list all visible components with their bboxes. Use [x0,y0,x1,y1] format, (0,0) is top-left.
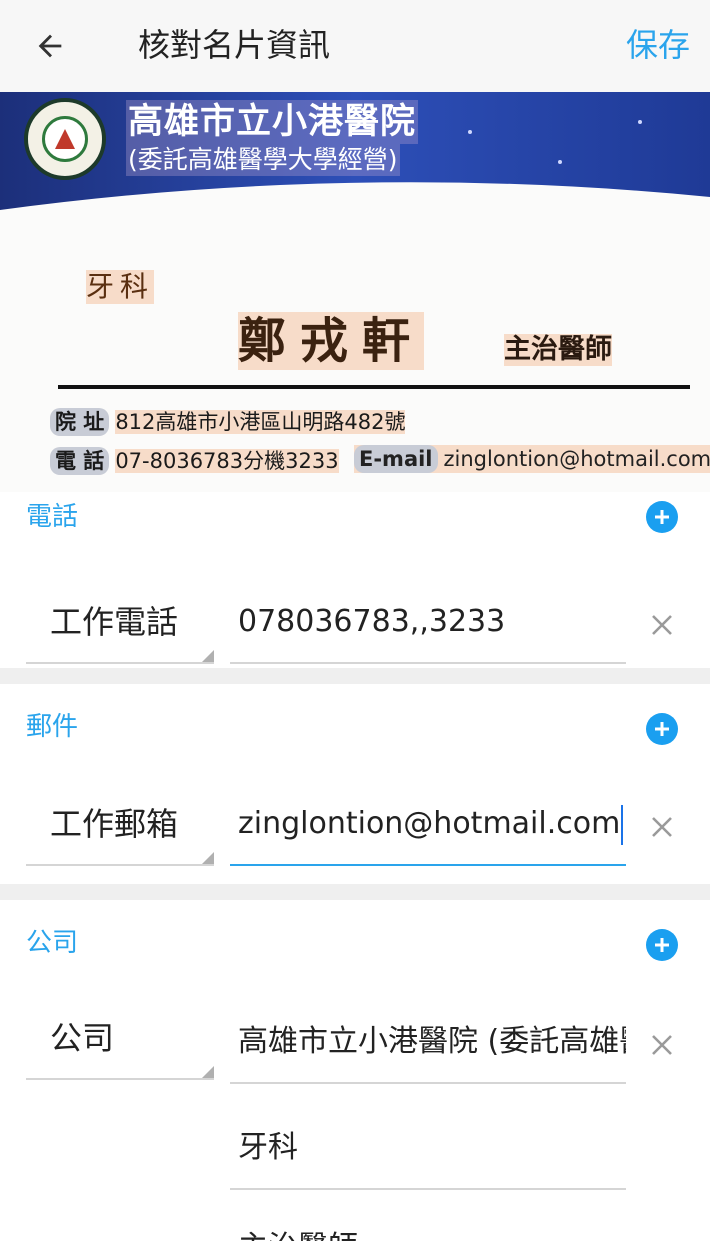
card-phone-tag: 電 話 [50,447,110,475]
hospital-seal-icon [24,98,106,180]
phone-input[interactable]: 078036783,,3233 [230,584,626,664]
section-divider [0,884,710,900]
back-button[interactable] [26,22,74,70]
email-value: zinglontion@hotmail.com [238,806,621,841]
card-address-line: 院 址 812高雄市小港區山明路482號 [50,408,406,436]
arrow-left-icon [38,34,62,58]
save-button[interactable]: 保存 [626,22,690,68]
email-value-wrap: zinglontion@hotmail.com [238,802,624,846]
email-type-label: 工作郵箱 [50,805,179,843]
dropdown-corner-icon [202,852,214,864]
dropdown-corner-icon [202,650,214,662]
department-row: 牙科 [0,1106,710,1190]
email-input[interactable]: zinglontion@hotmail.com [230,786,626,866]
card-phone: 07-8036783分機3233 [115,449,339,473]
dropdown-corner-icon [202,1066,214,1078]
text-cursor [621,804,624,845]
email-type-select[interactable]: 工作郵箱 [26,786,214,866]
job-title-input[interactable]: 主治醫師 [230,1210,626,1241]
company-name-input[interactable]: 高雄市立小港醫院 (委託高雄醫學大學經營) [230,1000,626,1084]
page-title: 核對名片資訊 [138,26,331,64]
card-divider [58,385,690,389]
card-email-tag: E-mail [354,445,438,473]
add-company-button[interactable] [646,929,678,961]
plus-icon [655,510,669,524]
card-department: 牙科 [86,270,155,304]
card-person-title: 主治醫師 [504,334,612,366]
phone-value: 078036783,,3233 [238,604,506,639]
company-name-value: 高雄市立小港醫院 (委託高雄醫學大學經營) [238,1024,626,1059]
card-hospital-name: 高雄市立小港醫院 [126,100,419,144]
plus-icon [655,722,669,736]
clear-company-button[interactable] [645,1028,679,1062]
clear-phone-button[interactable] [645,608,679,642]
card-phone-line: 電 話 07-8036783分機3233 [50,447,339,475]
card-email: zinglontion@hotmail.com [443,447,710,471]
card-address: 812高雄市小港區山明路482號 [115,410,406,434]
job-title-row: 主治醫師 [0,1210,710,1241]
department-value: 牙科 [238,1130,298,1165]
close-icon [652,1035,672,1055]
section-divider [0,668,710,684]
email-section-title: 郵件 [26,712,79,742]
phone-section-title: 電話 [26,502,79,532]
clear-email-button[interactable] [645,810,679,844]
add-email-button[interactable] [646,713,678,745]
phone-type-label: 工作電話 [50,603,179,641]
plus-icon [655,938,669,952]
app-bar: 核對名片資訊 保存 [0,0,710,92]
card-person-name: 鄭戎軒 [238,312,425,370]
card-hospital-subtitle: (委託高雄醫學大學經營) [126,144,400,176]
card-address-tag: 院 址 [50,408,110,436]
phone-type-select[interactable]: 工作電話 [26,584,214,664]
email-section: 郵件 工作郵箱 zinglontion@hotmail.com [0,684,710,884]
department-input[interactable]: 牙科 [230,1106,626,1190]
company-type-label: 公司 [50,1019,115,1057]
email-row: 工作郵箱 zinglontion@hotmail.com [0,786,710,866]
company-section-title: 公司 [26,928,79,958]
company-type-select[interactable]: 公司 [26,1000,214,1080]
company-section: 公司 公司 高雄市立小港醫院 (委託高雄醫學大學經營) 牙科 主治醫師 [0,900,710,1241]
close-icon [652,615,672,635]
business-card-image: 高雄市立小港醫院 (委託高雄醫學大學經營) 牙科 鄭戎軒 主治醫師 院 址 812… [0,92,710,492]
phone-section: 電話 工作電話 078036783,,3233 [0,492,710,668]
add-phone-button[interactable] [646,501,678,533]
close-icon [652,817,672,837]
company-row: 公司 高雄市立小港醫院 (委託高雄醫學大學經營) [0,1000,710,1084]
phone-row: 工作電話 078036783,,3233 [0,584,710,664]
job-title-value: 主治醫師 [238,1226,358,1241]
card-email-line: E-mail zinglontion@hotmail.com [354,445,710,473]
